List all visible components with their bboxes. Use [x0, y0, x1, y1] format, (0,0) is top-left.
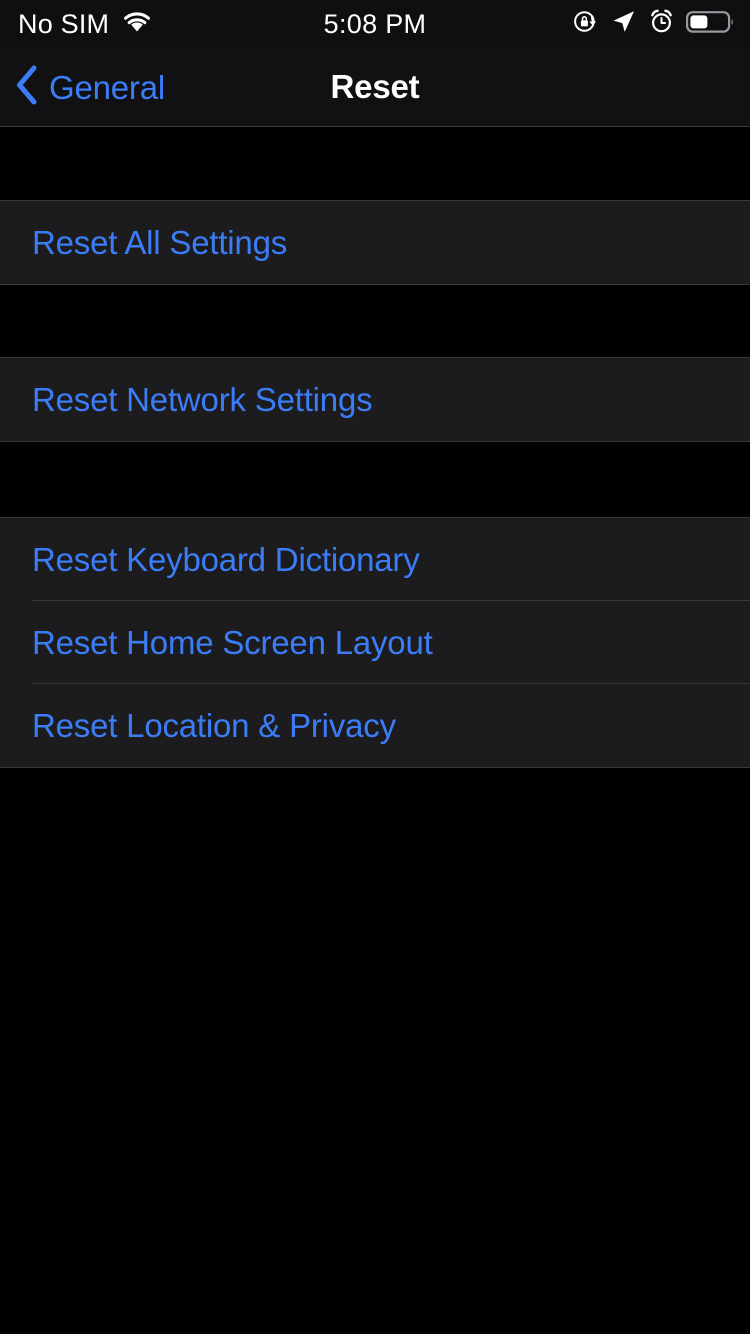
- cell-reset-network-settings[interactable]: Reset Network Settings: [0, 358, 750, 441]
- page-title: Reset: [330, 68, 420, 105]
- settings-list: Reset All Settings Reset Network Setting…: [0, 128, 750, 1334]
- navigation-bar: General Reset: [0, 48, 750, 127]
- status-bar: No SIM 5:08 PM: [0, 0, 750, 48]
- settings-group-2: Reset Network Settings: [0, 357, 750, 442]
- status-bar-right: [572, 0, 736, 48]
- cell-reset-home-screen-layout[interactable]: Reset Home Screen Layout: [0, 601, 750, 684]
- cell-label: Reset All Settings: [32, 224, 288, 261]
- list-gap: [0, 285, 750, 357]
- location-arrow-icon: [610, 8, 637, 40]
- cell-reset-all-settings[interactable]: Reset All Settings: [0, 201, 750, 284]
- settings-group-3: Reset Keyboard Dictionary Reset Home Scr…: [0, 517, 750, 768]
- battery-icon: [686, 9, 736, 40]
- list-gap: [0, 442, 750, 517]
- clock-label: 5:08 PM: [323, 8, 427, 39]
- cell-label: Reset Location & Privacy: [32, 707, 396, 744]
- cell-label: Reset Network Settings: [32, 381, 373, 418]
- cell-reset-location-privacy[interactable]: Reset Location & Privacy: [0, 684, 750, 767]
- settings-reset-screen: No SIM 5:08 PM General Reset Reset All S…: [0, 0, 750, 1334]
- rotation-lock-icon: [572, 8, 599, 40]
- cell-label: Reset Home Screen Layout: [32, 624, 433, 661]
- settings-group-1: Reset All Settings: [0, 200, 750, 285]
- list-gap: [0, 128, 750, 200]
- alarm-clock-icon: [648, 8, 675, 40]
- cell-label: Reset Keyboard Dictionary: [32, 541, 420, 578]
- group-bottom-separator: [0, 767, 750, 768]
- cell-reset-keyboard-dictionary[interactable]: Reset Keyboard Dictionary: [0, 518, 750, 601]
